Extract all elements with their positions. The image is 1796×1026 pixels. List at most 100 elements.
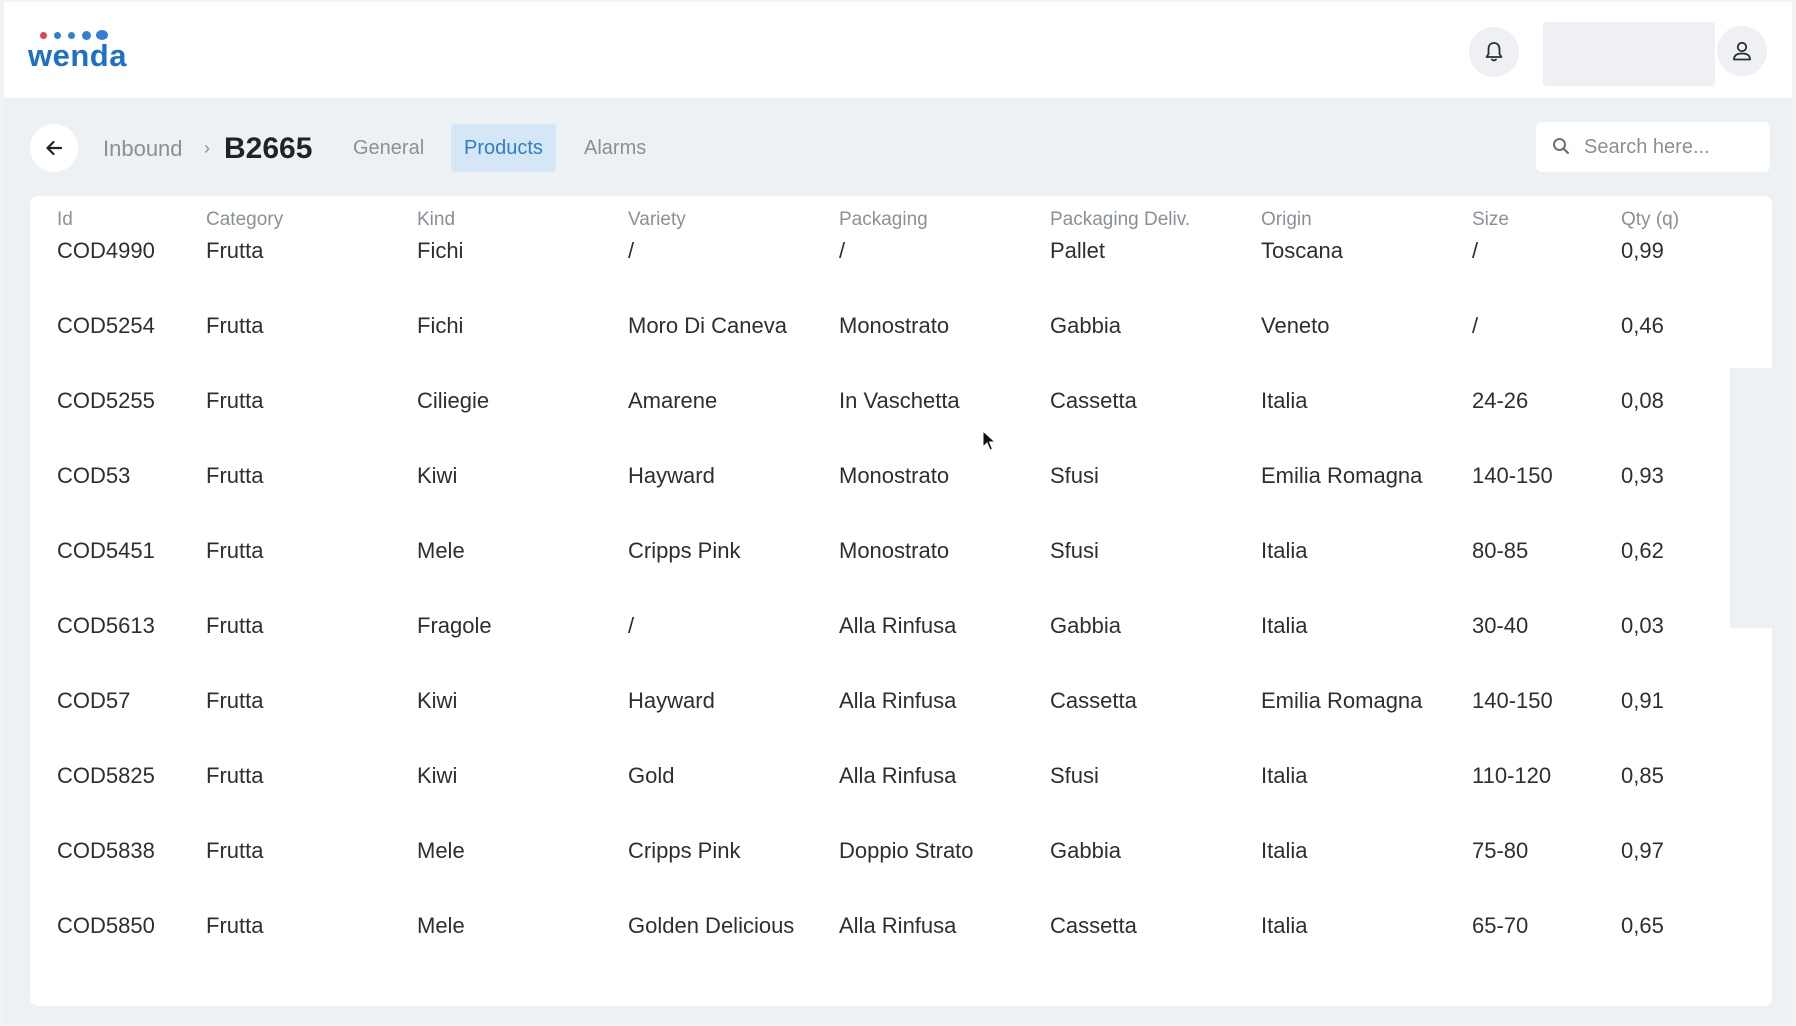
cell-origin: Italia xyxy=(1261,613,1308,638)
cell-packaging: Alla Rinfusa xyxy=(839,688,957,713)
notifications-button[interactable] xyxy=(1469,27,1519,77)
cell-origin: Toscana xyxy=(1261,242,1343,263)
cell-qty: 0,65 xyxy=(1621,913,1664,938)
cell-size: 30-40 xyxy=(1472,613,1529,638)
breadcrumb-chevron-icon: › xyxy=(204,138,210,158)
cell-qty: 0,03 xyxy=(1621,613,1664,638)
cell-packaging: Monostrato xyxy=(839,313,950,338)
table-row[interactable]: COD5451 Frutta Mele Cripps Pink Monostra… xyxy=(30,538,1772,617)
table-header: Id Category Kind Variety Packaging Packa… xyxy=(30,196,1772,242)
cell-qty: 0,62 xyxy=(1621,538,1664,563)
cell-origin: Italia xyxy=(1261,388,1308,413)
cell-qty: 0,08 xyxy=(1621,388,1664,413)
table-row[interactable]: COD4990 Frutta Fichi / / Pallet Toscana … xyxy=(30,242,1772,317)
cell-id: COD5255 xyxy=(57,388,155,413)
cell-size: 140-150 xyxy=(1472,463,1553,488)
cell-origin: Italia xyxy=(1261,913,1308,938)
cell-id: COD57 xyxy=(57,688,131,713)
cell-id: COD5613 xyxy=(57,613,155,638)
tab-general[interactable]: General xyxy=(340,124,437,172)
cell-kind: Ciliegie xyxy=(417,388,490,413)
cell-id: COD5254 xyxy=(57,313,155,338)
column-header-qty[interactable]: Qty (q) xyxy=(1621,209,1679,231)
cell-category: Frutta xyxy=(206,242,264,263)
cell-origin: Emilia Romagna xyxy=(1261,463,1423,488)
scrollbar-thumb[interactable] xyxy=(1730,368,1792,628)
cell-category: Frutta xyxy=(206,763,264,788)
back-button[interactable] xyxy=(30,124,78,172)
table-row[interactable]: COD57 Frutta Kiwi Hayward Alla Rinfusa C… xyxy=(30,688,1772,767)
page-title: B2665 xyxy=(224,132,313,165)
cell-category: Frutta xyxy=(206,538,264,563)
table-row[interactable]: COD5613 Frutta Fragole / Alla Rinfusa Ga… xyxy=(30,613,1772,692)
cell-category: Frutta xyxy=(206,688,264,713)
cell-category: Frutta xyxy=(206,313,264,338)
logo-text: wenda xyxy=(28,38,127,73)
bell-icon xyxy=(1485,42,1503,62)
column-header-origin[interactable]: Origin xyxy=(1261,209,1312,231)
cell-size: 65-70 xyxy=(1472,913,1529,938)
cell-qty: 0,97 xyxy=(1621,838,1664,863)
cell-packaging-deliv: Cassetta xyxy=(1050,688,1137,713)
cell-packaging: Alla Rinfusa xyxy=(839,613,957,638)
cell-variety: Golden Delicious xyxy=(628,913,795,938)
column-header-kind[interactable]: Kind xyxy=(417,209,455,231)
breadcrumb-inbound-link[interactable]: Inbound xyxy=(103,136,183,162)
cell-variety: Moro Di Caneva xyxy=(628,313,787,338)
cell-id: COD5825 xyxy=(57,763,155,788)
column-header-id[interactable]: Id xyxy=(57,209,73,231)
cell-id: COD5451 xyxy=(57,538,155,563)
column-header-size[interactable]: Size xyxy=(1472,209,1509,231)
cell-kind: Mele xyxy=(417,538,465,563)
table-row[interactable]: COD53 Frutta Kiwi Hayward Monostrato Sfu… xyxy=(30,463,1772,542)
cell-origin: Veneto xyxy=(1261,313,1330,338)
cell-variety: Cripps Pink xyxy=(628,538,741,563)
cell-size: 110-120 xyxy=(1472,763,1552,788)
cell-packaging: Alla Rinfusa xyxy=(839,763,957,788)
user-menu-button[interactable] xyxy=(1717,26,1767,76)
cell-packaging-deliv: Cassetta xyxy=(1050,913,1137,938)
cell-variety: Cripps Pink xyxy=(628,838,741,863)
cell-size: 80-85 xyxy=(1472,538,1529,563)
user-icon xyxy=(1733,41,1751,61)
cell-id: COD5838 xyxy=(57,838,155,863)
column-header-packaging-deliv[interactable]: Packaging Deliv. xyxy=(1050,209,1190,231)
cell-size: 24-26 xyxy=(1472,388,1529,413)
cell-kind: Fragole xyxy=(417,613,492,638)
navigation-row: Inbound › B2665 General Products Alarms xyxy=(4,98,1792,196)
column-header-category[interactable]: Category xyxy=(206,209,283,231)
cell-kind: Mele xyxy=(417,838,465,863)
tab-products[interactable]: Products xyxy=(451,124,556,172)
table-row[interactable]: COD5255 Frutta Ciliegie Amarene In Vasch… xyxy=(30,388,1772,467)
cell-variety: / xyxy=(628,613,635,638)
table-row[interactable]: COD5254 Frutta Fichi Moro Di Caneva Mono… xyxy=(30,313,1772,392)
table-row[interactable]: COD5838 Frutta Mele Cripps Pink Doppio S… xyxy=(30,838,1772,917)
cell-packaging: Alla Rinfusa xyxy=(839,913,957,938)
search-input[interactable] xyxy=(1584,132,1760,162)
tab-alarms[interactable]: Alarms xyxy=(571,124,659,172)
cell-packaging: Doppio Strato xyxy=(839,838,974,863)
cell-kind: Fichi xyxy=(417,242,464,263)
cell-id: COD4990 xyxy=(57,242,155,263)
cell-packaging-deliv: Sfusi xyxy=(1050,538,1099,563)
cell-qty: 0,93 xyxy=(1621,463,1664,488)
search-box xyxy=(1536,122,1770,172)
cell-variety: Hayward xyxy=(628,463,715,488)
wenda-logo[interactable]: wenda xyxy=(28,28,138,74)
cell-variety: / xyxy=(628,242,635,263)
column-header-variety[interactable]: Variety xyxy=(628,209,686,231)
cell-packaging-deliv: Gabbia xyxy=(1050,838,1121,863)
table-row[interactable]: COD5850 Frutta Mele Golden Delicious All… xyxy=(30,913,1772,992)
cell-size: / xyxy=(1472,242,1479,263)
cell-packaging-deliv: Gabbia xyxy=(1050,613,1121,638)
table-row[interactable]: COD5825 Frutta Kiwi Gold Alla Rinfusa Sf… xyxy=(30,763,1772,842)
cell-origin: Emilia Romagna xyxy=(1261,688,1423,713)
cell-kind: Fichi xyxy=(417,313,464,338)
top-bar: wenda xyxy=(4,2,1792,98)
cell-variety: Hayward xyxy=(628,688,715,713)
cell-packaging-deliv: Pallet xyxy=(1050,242,1106,263)
products-table: Id Category Kind Variety Packaging Packa… xyxy=(30,196,1772,1006)
column-header-packaging[interactable]: Packaging xyxy=(839,209,928,231)
cell-qty: 0,91 xyxy=(1621,688,1664,713)
cell-packaging: Monostrato xyxy=(839,463,950,488)
